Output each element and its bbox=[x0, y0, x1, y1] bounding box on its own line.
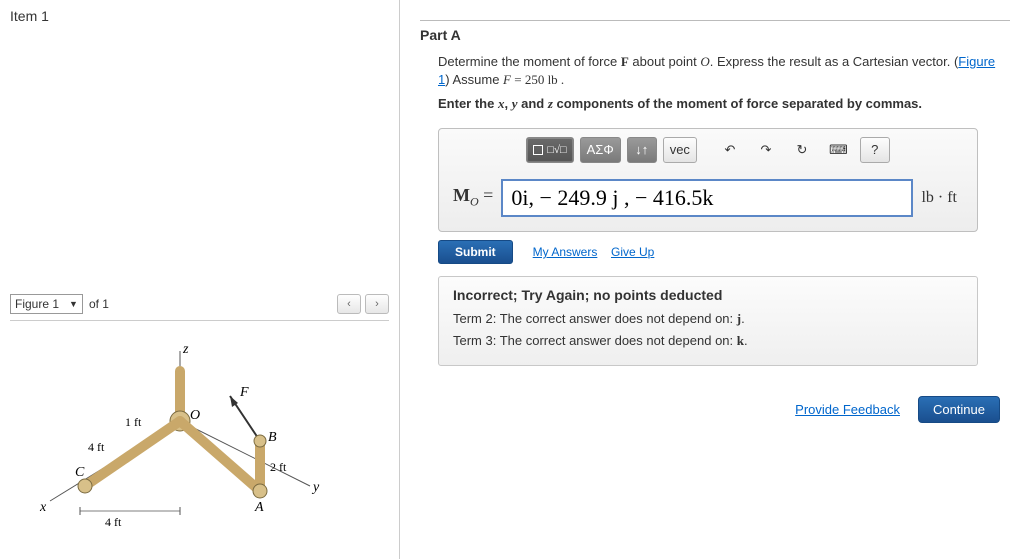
svg-text:2 ft: 2 ft bbox=[270, 460, 287, 474]
figure-container: z y x O A B C F 1 ft 4 ft 4 ft 2 ft bbox=[10, 320, 389, 551]
undo-icon: ↶ bbox=[724, 142, 735, 158]
svg-text:A: A bbox=[254, 500, 264, 515]
figure-toolbar: Figure 1 ▼ of 1 ‹ › bbox=[10, 294, 389, 314]
question-prompt: Determine the moment of force F about po… bbox=[420, 53, 1010, 114]
feedback-panel: Incorrect; Try Again; no points deducted… bbox=[438, 276, 978, 366]
checkbox-icon bbox=[533, 145, 543, 155]
figure-select[interactable]: Figure 1 ▼ bbox=[10, 294, 83, 314]
continue-button[interactable]: Continue bbox=[918, 396, 1000, 423]
svg-text:1 ft: 1 ft bbox=[125, 415, 142, 429]
redo-button[interactable]: ↷ bbox=[751, 137, 781, 163]
vec-tool-button[interactable]: vec bbox=[663, 137, 697, 163]
undo-button[interactable]: ↶ bbox=[715, 137, 745, 163]
chevron-down-icon: ▼ bbox=[69, 299, 78, 309]
item-title: Item 1 bbox=[10, 8, 389, 24]
svg-text:x: x bbox=[39, 500, 47, 515]
svg-text:y: y bbox=[311, 480, 320, 495]
keyboard-icon: ⌨ bbox=[829, 142, 848, 158]
part-heading: Part A bbox=[420, 20, 1010, 43]
my-answers-link[interactable]: My Answers bbox=[533, 245, 598, 259]
unit-label: lb · ft bbox=[921, 189, 963, 207]
svg-text:B: B bbox=[268, 430, 277, 445]
give-up-link[interactable]: Give Up bbox=[611, 245, 654, 259]
svg-text:z: z bbox=[182, 342, 189, 357]
redo-icon: ↷ bbox=[760, 142, 771, 158]
svg-text:4 ft: 4 ft bbox=[88, 440, 105, 454]
help-icon: ? bbox=[871, 142, 878, 157]
answer-input[interactable]: 0i, − 249.9 j , − 416.5k bbox=[501, 179, 913, 217]
figure-select-label: Figure 1 bbox=[15, 297, 59, 311]
svg-text:O: O bbox=[190, 408, 200, 423]
submit-button[interactable]: Submit bbox=[438, 240, 513, 264]
submit-row: Submit My Answers Give Up bbox=[438, 240, 1010, 264]
scripts-tool-button[interactable]: ↓↑ bbox=[627, 137, 657, 163]
svg-text:C: C bbox=[75, 465, 85, 480]
feedback-title: Incorrect; Try Again; no points deducted bbox=[453, 287, 963, 303]
figure-diagram: z y x O A B C F 1 ft 4 ft 4 ft 2 ft bbox=[30, 341, 350, 541]
figure-prev-button[interactable]: ‹ bbox=[337, 294, 361, 314]
right-panel: Part A Determine the moment of force F a… bbox=[400, 0, 1024, 559]
answer-box: □√□ ΑΣΦ ↓↑ vec ↶ ↷ ↻ ⌨ ? MO = 0i, − 249.… bbox=[438, 128, 978, 232]
help-button[interactable]: ? bbox=[860, 137, 890, 163]
bottom-row: Provide Feedback Continue bbox=[420, 396, 1010, 423]
template-tool-button[interactable]: □√□ bbox=[526, 137, 573, 163]
reset-icon: ↻ bbox=[796, 142, 807, 158]
figure-count-label: of 1 bbox=[89, 297, 109, 311]
svg-text:4 ft: 4 ft bbox=[105, 515, 122, 529]
chevron-right-icon: › bbox=[375, 298, 379, 310]
greek-tool-button[interactable]: ΑΣΦ bbox=[580, 137, 621, 163]
mo-label: MO = bbox=[453, 185, 493, 210]
feedback-term3: Term 3: The correct answer does not depe… bbox=[453, 333, 963, 349]
figure-next-button[interactable]: › bbox=[365, 294, 389, 314]
provide-feedback-link[interactable]: Provide Feedback bbox=[795, 402, 900, 417]
svg-text:F: F bbox=[239, 385, 249, 400]
chevron-left-icon: ‹ bbox=[347, 298, 351, 310]
left-panel: Item 1 Figure 1 ▼ of 1 ‹ › bbox=[0, 0, 400, 559]
math-toolbar: □√□ ΑΣΦ ↓↑ vec ↶ ↷ ↻ ⌨ ? bbox=[439, 129, 977, 169]
feedback-term2: Term 2: The correct answer does not depe… bbox=[453, 311, 963, 327]
keyboard-button[interactable]: ⌨ bbox=[823, 137, 854, 163]
reset-button[interactable]: ↻ bbox=[787, 137, 817, 163]
